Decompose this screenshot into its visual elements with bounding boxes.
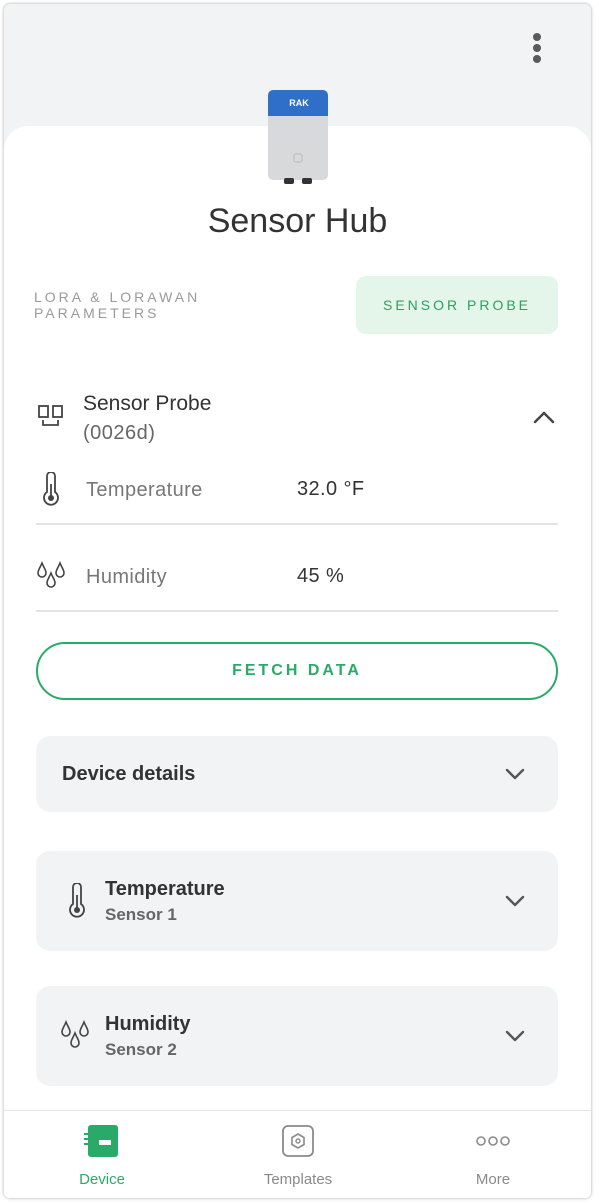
templates-icon — [282, 1125, 314, 1157]
reading-value: 45 % — [297, 565, 345, 587]
page-title: Sensor Hub — [207, 202, 388, 240]
overflow-menu-icon[interactable] — [524, 29, 550, 67]
device-details-card[interactable]: Device details — [36, 736, 558, 812]
reading-value: 32.0 °F — [297, 478, 365, 500]
fetch-data-button[interactable]: FETCH DATA — [36, 642, 558, 700]
more-dots-icon — [476, 1136, 510, 1146]
chevron-up-icon[interactable] — [530, 406, 558, 430]
droplets-icon — [37, 560, 65, 588]
device-logo-text: RAK — [289, 98, 309, 108]
chevron-down-icon — [505, 1030, 525, 1042]
card-title: Temperature — [105, 878, 225, 900]
humidity-sensor-card[interactable]: Humidity Sensor 2 — [36, 986, 558, 1086]
reading-label: Humidity — [86, 566, 167, 588]
card-subtitle: Sensor 1 — [105, 905, 177, 924]
chevron-down-icon — [505, 768, 525, 780]
tab-lora-parameters[interactable]: LORA & LORAWAN PARAMETERS — [34, 276, 332, 334]
nav-label: Templates — [263, 1171, 333, 1188]
tab-sensor-probe[interactable]: SENSOR PROBE — [356, 276, 558, 334]
droplets-icon — [61, 1019, 89, 1048]
reading-row-temperature: Temperature 32.0 °F — [36, 436, 558, 525]
card-title: Device details — [62, 763, 196, 785]
probe-name: Sensor Probe — [83, 392, 212, 415]
nav-label: More — [475, 1171, 511, 1188]
probe-ports-icon — [38, 405, 63, 426]
rak-device-image: RAK — [268, 90, 328, 184]
reading-label: Temperature — [86, 479, 203, 501]
chevron-down-icon — [505, 895, 525, 907]
card-subtitle: Sensor 2 — [105, 1040, 177, 1059]
app-screen: Sensor Hub LORA & LORAWAN PARAMETERS SEN… — [4, 4, 591, 1198]
thermometer-icon — [69, 883, 85, 918]
temperature-sensor-card[interactable]: Temperature Sensor 1 — [36, 851, 558, 951]
nav-label: Device — [79, 1171, 125, 1188]
thermometer-icon — [43, 472, 59, 506]
nav-more[interactable]: More — [395, 1111, 591, 1198]
nav-templates[interactable]: Templates — [200, 1111, 396, 1198]
bottom-navigation: Device Templates More — [4, 1110, 591, 1198]
content-sheet: Sensor Hub LORA & LORAWAN PARAMETERS SEN… — [4, 126, 591, 1198]
reading-row-humidity: Humidity 45 % — [36, 523, 558, 612]
device-icon — [84, 1125, 118, 1157]
nav-device[interactable]: Device — [4, 1111, 200, 1198]
card-title: Humidity — [105, 1013, 191, 1035]
